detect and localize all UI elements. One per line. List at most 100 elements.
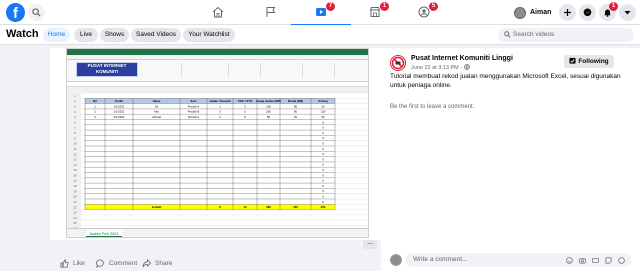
table-cell: 1 xyxy=(94,104,96,108)
table-cell: 2 xyxy=(94,110,96,114)
table-cell: Produk A xyxy=(188,104,199,108)
table-cell: 0 xyxy=(322,157,324,161)
page-avatar[interactable] xyxy=(390,55,406,71)
table-cell: 0 xyxy=(322,189,324,193)
facebook-logo-icon[interactable]: f xyxy=(6,3,25,22)
emoji-icon[interactable] xyxy=(566,257,573,264)
like-label: Like xyxy=(73,260,85,267)
row-number: 18 xyxy=(73,184,77,188)
nav-home[interactable] xyxy=(188,0,248,25)
comment-input[interactable]: Write a comment... xyxy=(406,253,631,267)
comment-button[interactable]: Comment xyxy=(96,259,137,268)
table-cell: 100 xyxy=(266,104,271,108)
table-header-cell: Item xyxy=(191,99,197,103)
video-more-button[interactable]: ... xyxy=(363,239,377,249)
page-title: Watch xyxy=(6,28,39,40)
page-name-link[interactable]: Pusat Internet Komuniti Linggi xyxy=(411,55,513,62)
post-time-text: June 22 at 3:13 PM · xyxy=(411,65,464,71)
more-icon[interactable] xyxy=(618,257,625,264)
table-cell: 20 xyxy=(321,104,325,108)
table-cell: 3 xyxy=(94,115,96,119)
account-menu-button[interactable] xyxy=(619,4,636,21)
search-button[interactable] xyxy=(28,4,45,21)
share-button[interactable]: Share xyxy=(142,259,172,268)
thumbs-up-icon xyxy=(60,259,69,268)
table-cell: 20 xyxy=(294,115,298,119)
table-header-cell: Harga Jualan (RM) xyxy=(256,99,281,103)
table-header-cell: Modal (RM) xyxy=(288,99,303,103)
table-cell: Produk A xyxy=(188,115,199,119)
row-number: 25 xyxy=(73,221,77,225)
table-cell: 0 xyxy=(322,184,324,188)
row-number: 19 xyxy=(73,189,77,193)
messenger-icon xyxy=(583,8,592,17)
total-cell: 200 xyxy=(321,205,326,209)
messenger-button[interactable] xyxy=(579,4,596,21)
table-cell: 0 xyxy=(322,168,324,172)
nav-watch[interactable]: 7 xyxy=(291,0,351,26)
row-number: 16 xyxy=(73,174,77,178)
spreadsheet-grid: 1234567891011121314151617181920212223242… xyxy=(67,87,368,237)
table-cell: 0 xyxy=(322,152,324,156)
create-button[interactable] xyxy=(559,4,576,21)
marketplace-badge: 1 xyxy=(380,2,389,11)
table-cell: 0 xyxy=(322,131,324,135)
tab-your-watchlist[interactable]: Your Watchlist xyxy=(183,28,235,42)
row-number: 24 xyxy=(73,216,77,220)
like-button[interactable]: Like xyxy=(60,259,85,268)
table-cell: Ahmad xyxy=(152,115,161,119)
excel-ribbon: PUSAT INTERNET KOMUNITI xyxy=(67,60,368,82)
table-header-cell: Tarikh xyxy=(115,99,123,103)
table-cell: 0 xyxy=(322,147,324,151)
search-placeholder: Search videos xyxy=(513,31,555,38)
nav-groups[interactable]: 5 xyxy=(394,0,454,25)
search-videos-input[interactable]: Search videos xyxy=(498,28,634,42)
table-cell: 0 xyxy=(322,126,324,130)
table-header-cell: PKG / STR xyxy=(238,99,252,103)
table-cell: Abu xyxy=(154,110,159,114)
sheet-tabbar: Jualan Feb 2021 xyxy=(67,228,368,237)
groups-icon xyxy=(418,6,430,18)
column-header-strip xyxy=(67,87,368,93)
table-cell: 0 xyxy=(322,163,324,167)
sticker-icon[interactable] xyxy=(605,257,612,264)
home-icon xyxy=(212,6,224,18)
top-navigation-bar: f 7 1 5 Aiman 1 xyxy=(0,0,640,26)
table-cell: 80 xyxy=(294,110,298,114)
camera-icon[interactable] xyxy=(579,257,586,264)
table-cell: 3/1/2021 xyxy=(114,115,125,119)
tab-saved-videos[interactable]: Saved Videos xyxy=(131,28,181,42)
table-cell: Produk B xyxy=(188,110,200,114)
post-timestamp[interactable]: June 22 at 3:13 PM · xyxy=(411,64,470,71)
video-player[interactable]: PUSAT INTERNET KOMUNITI 1 2 3 4 5 6 7 8 9 10 11 12 1… xyxy=(50,48,381,240)
table-cell: 60 xyxy=(321,115,325,119)
excel-screenshot: PUSAT INTERNET KOMUNITI 1 2 3 4 5 6 7 8 9 10 11 12 1… xyxy=(66,48,369,238)
table-cell: 4 xyxy=(219,115,221,119)
table-cell: 5 xyxy=(244,115,246,119)
marketplace-icon xyxy=(369,7,381,17)
tab-home[interactable]: Home xyxy=(43,28,70,42)
tab-live[interactable]: Live xyxy=(74,28,98,42)
gif-icon[interactable] xyxy=(592,257,599,264)
table-cell: 3 xyxy=(244,104,246,108)
comment-icon xyxy=(96,259,104,268)
total-label: Jumlah xyxy=(152,205,162,209)
row-number: 23 xyxy=(73,211,77,215)
row-number: 20 xyxy=(73,195,77,199)
notifications-button[interactable]: 1 xyxy=(599,2,618,21)
following-button[interactable]: Following xyxy=(564,55,614,68)
row-number: 14 xyxy=(73,163,77,167)
post-panel: Pusat Internet Komuniti Linggi June 22 a… xyxy=(381,48,640,271)
sheet-tab[interactable]: Jualan Feb 2021 xyxy=(86,230,122,237)
post-actions: Like Comment Share xyxy=(50,256,381,271)
following-label: Following xyxy=(578,58,609,65)
search-icon xyxy=(32,8,41,17)
table-cell: 5 xyxy=(244,110,246,114)
table-cell: 1 xyxy=(219,104,221,108)
table-cell: 200 xyxy=(266,110,271,114)
share-label: Share xyxy=(155,260,173,267)
profile-name: Aiman xyxy=(530,9,552,16)
tab-shows[interactable]: Shows xyxy=(100,28,129,42)
profile-link[interactable]: Aiman xyxy=(514,5,551,20)
plus-icon xyxy=(564,9,571,16)
